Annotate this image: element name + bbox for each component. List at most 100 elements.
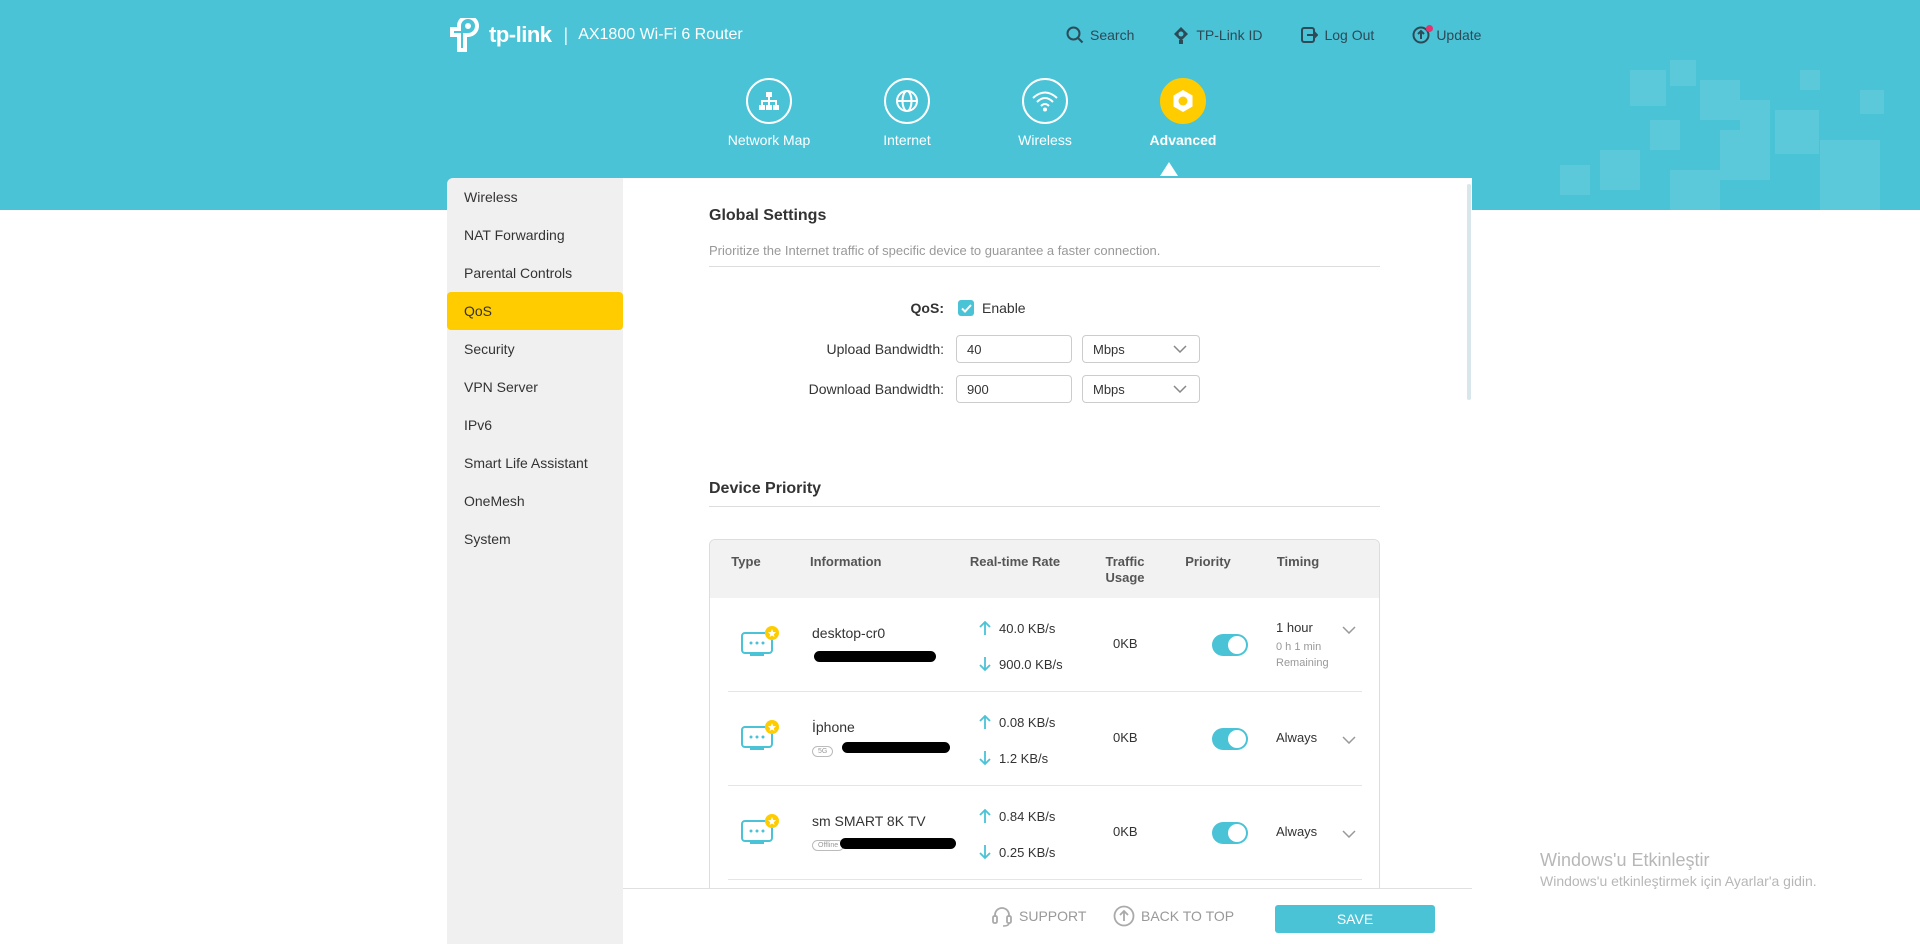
upload-rate: 0.08 KB/s	[999, 714, 1056, 730]
device-priority-table: Type Information Real-time Rate Traffic …	[709, 539, 1380, 944]
nav-internet[interactable]: Internet	[838, 78, 976, 148]
gear-icon	[1173, 90, 1193, 112]
upload-unit-value: Mbps	[1093, 341, 1125, 357]
upload-rate: 40.0 KB/s	[999, 620, 1056, 636]
update-notification-dot	[1426, 25, 1434, 32]
search-link[interactable]: Search	[1066, 26, 1134, 44]
upload-bandwidth-input[interactable]	[956, 335, 1072, 363]
watermark-subtitle: Windows'u etkinleştirmek için Ayarlar'a …	[1540, 873, 1817, 889]
global-settings-description: Prioritize the Internet traffic of speci…	[709, 243, 1161, 258]
tplink-logo[interactable]: tp-link | AX1800 Wi-Fi 6 Router	[447, 15, 743, 52]
sidebar-item-qos[interactable]: QoS	[447, 292, 623, 330]
rate-cell: 0.84 KB/s 0.25 KB/s	[979, 806, 1055, 862]
download-rate: 1.2 KB/s	[999, 750, 1049, 766]
logout-label: Log Out	[1324, 27, 1375, 43]
section-divider	[709, 266, 1380, 267]
chevron-down-icon[interactable]	[1342, 736, 1356, 744]
nav-label: Advanced	[1149, 132, 1217, 148]
table-row: İphone 5G 0.08 KB/s 1.2 KB/s 0KB Always	[728, 692, 1362, 786]
computer-icon	[741, 720, 779, 750]
timing-value: Always	[1276, 824, 1318, 839]
support-label: SUPPORT	[1019, 908, 1087, 924]
tplink-id-link[interactable]: TP-Link ID	[1172, 26, 1262, 44]
download-bandwidth-input[interactable]	[956, 375, 1072, 403]
redacted-mark	[842, 742, 950, 753]
download-unit-select[interactable]: Mbps	[1082, 375, 1200, 403]
back-to-top-link[interactable]: BACK TO TOP	[1113, 905, 1234, 927]
col-timing: Timing	[1276, 554, 1320, 569]
logout-link[interactable]: Log Out	[1300, 26, 1374, 44]
headset-icon	[992, 907, 1012, 927]
qos-enable-checkbox[interactable]	[958, 300, 974, 316]
upload-bandwidth-label: Upload Bandwidth:	[826, 341, 944, 357]
timing-cell: 1 hour 0 h 1 min Remaining	[1276, 620, 1329, 671]
chevron-down-icon[interactable]	[1342, 830, 1356, 838]
nav-advanced[interactable]: Advanced	[1114, 78, 1252, 148]
band-tag: 5G	[812, 746, 834, 757]
download-unit-value: Mbps	[1093, 381, 1125, 397]
upload-unit-select[interactable]: Mbps	[1082, 335, 1200, 363]
chevron-down-icon[interactable]	[1342, 626, 1356, 634]
arrow-up-circle-icon	[1113, 905, 1135, 927]
timing-remaining-label: Remaining	[1276, 657, 1329, 669]
tplink-id-label: TP-Link ID	[1196, 27, 1263, 43]
sidebar-item-parental-controls[interactable]: Parental Controls	[447, 254, 623, 292]
sidebar-item-wireless[interactable]: Wireless	[447, 178, 623, 216]
support-link[interactable]: SUPPORT	[991, 905, 1086, 927]
nav-network-map[interactable]: Network Map	[700, 78, 838, 148]
timing-remaining-time: 0 h 1 min	[1276, 641, 1322, 653]
priority-toggle[interactable]	[1212, 728, 1248, 750]
sidebar-item-smart-life-assistant[interactable]: Smart Life Assistant	[447, 444, 623, 482]
section-divider	[709, 506, 1380, 507]
upload-rate: 0.84 KB/s	[999, 808, 1056, 824]
content-panel: Global Settings Prioritize the Internet …	[623, 178, 1472, 944]
table-row: sm SMART 8K TV Offline 0.84 KB/s 0.25 KB…	[728, 786, 1362, 880]
watermark-title: Windows'u Etkinleştir	[1540, 850, 1710, 870]
priority-toggle[interactable]	[1212, 634, 1248, 656]
col-real-time-rate: Real-time Rate	[969, 554, 1061, 569]
device-priority-title: Device Priority	[709, 480, 822, 497]
arrow-down-icon	[979, 845, 991, 860]
arrow-down-icon	[979, 751, 991, 766]
footer-bar: SUPPORT BACK TO TOP SAVE	[623, 888, 1472, 944]
network-map-icon	[759, 92, 779, 110]
sidebar-item-nat-forwarding[interactable]: NAT Forwarding	[447, 216, 623, 254]
save-button[interactable]: SAVE	[1275, 905, 1435, 933]
sidebar-item-onemesh[interactable]: OneMesh	[447, 482, 623, 520]
sidebar-item-vpn-server[interactable]: VPN Server	[447, 368, 623, 406]
active-nav-caret	[1160, 162, 1178, 176]
update-label: Update	[1436, 27, 1482, 43]
priority-toggle[interactable]	[1212, 822, 1248, 844]
download-row: Download Bandwidth: Mbps	[709, 375, 1200, 403]
global-settings-title: Global Settings	[709, 207, 827, 224]
content-scrollbar[interactable]	[1467, 184, 1471, 400]
sidebar-item-system[interactable]: System	[447, 520, 623, 558]
tplink-id-icon	[1174, 27, 1189, 44]
computer-icon	[741, 814, 779, 844]
download-rate: 900.0 KB/s	[999, 656, 1063, 672]
traffic-usage: 0KB	[1113, 824, 1138, 839]
arrow-down-icon	[979, 657, 991, 672]
chevron-down-icon	[1173, 345, 1187, 353]
computer-icon	[741, 626, 779, 656]
sidebar-item-security[interactable]: Security	[447, 330, 623, 368]
nav-label: Wireless	[1018, 132, 1072, 148]
nav-wireless[interactable]: Wireless	[976, 78, 1114, 148]
arrow-up-icon	[979, 714, 991, 729]
search-label: Search	[1090, 27, 1135, 43]
device-name: sm SMART 8K TV	[812, 813, 926, 829]
qos-enable-label: Enable	[982, 300, 1026, 316]
chevron-down-icon	[1173, 385, 1187, 393]
logout-icon	[1301, 27, 1319, 43]
col-traffic-usage: Traffic Usage	[1105, 554, 1145, 585]
top-links: Search TP-Link ID Log Out Update	[1066, 25, 1519, 44]
update-link[interactable]: Update	[1412, 25, 1482, 44]
sidebar-item-ipv6[interactable]: IPv6	[447, 406, 623, 444]
device-name: desktop-cr0	[812, 625, 886, 641]
logo-text: tp-link	[489, 22, 552, 47]
upload-row: Upload Bandwidth: Mbps	[709, 335, 1200, 363]
rate-cell: 40.0 KB/s 900.0 KB/s	[979, 618, 1063, 674]
checkmark-icon	[960, 303, 972, 313]
globe-icon	[896, 90, 918, 112]
arrow-up-icon	[979, 808, 991, 823]
